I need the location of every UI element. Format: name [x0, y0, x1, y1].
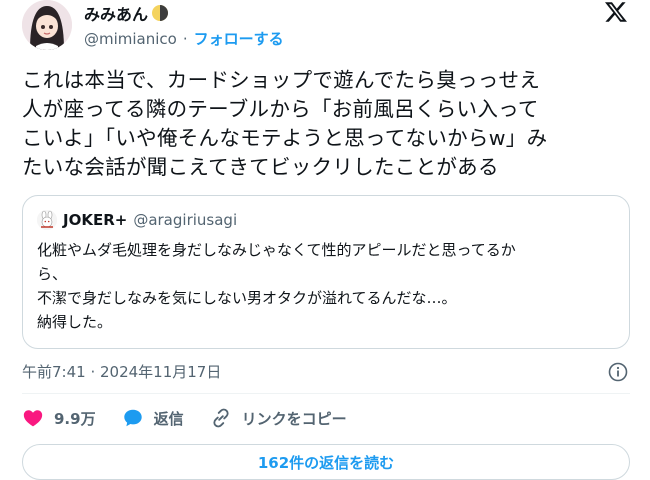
follow-button[interactable]: フォローする: [194, 28, 284, 49]
copy-link-label: リンクをコピー: [241, 409, 347, 428]
divider: [22, 393, 630, 394]
quoted-tweet-header: JOKER+ @aragiriusagi: [37, 210, 237, 230]
like-button[interactable]: 9.9万: [22, 407, 96, 429]
reply-button[interactable]: 返信: [122, 407, 184, 429]
separator-dot: ·: [182, 29, 188, 48]
link-icon: [213, 408, 229, 428]
quoted-author-name: JOKER+: [63, 211, 128, 229]
avatar[interactable]: [22, 0, 72, 50]
copy-link-button[interactable]: リンクをコピー: [210, 407, 347, 429]
heart-icon: [23, 410, 43, 427]
quoted-avatar-icon: [37, 210, 57, 230]
half-moon-icon: [151, 4, 169, 22]
author-handle-row: @mimianico · フォローする: [84, 28, 284, 49]
x-logo-icon[interactable]: [604, 0, 628, 24]
quoted-tweet-text: 化粧やムダ毛処理を身だしなみじゃなくて性的アピールだと思ってるか ら、 不潔で身…: [37, 241, 516, 331]
author-handle[interactable]: @mimianico: [84, 30, 177, 48]
info-icon[interactable]: [608, 362, 628, 382]
quoted-author-handle: @aragiriusagi: [133, 211, 238, 229]
read-replies-button[interactable]: 162件の返信を読む: [22, 444, 630, 480]
quoted-tweet-card[interactable]: JOKER+ @aragiriusagi 化粧やムダ毛処理を身だしなみじゃなくて…: [22, 195, 630, 349]
tweet-text: これは本当で、カードショップで遊んでたら臭っっせえ 人が座ってる隣のテーブルから…: [22, 68, 548, 179]
anime-girl-avatar-icon: [22, 0, 72, 50]
action-bar: 9.9万 返信 リンクをコピー: [22, 406, 373, 430]
author-name-row: みみあん: [84, 2, 169, 24]
author-display-name[interactable]: みみあん: [84, 1, 148, 25]
reply-label: 返信: [153, 409, 184, 428]
tweet-timestamp[interactable]: 午前7:41 · 2024年11月17日: [22, 361, 221, 382]
like-count: 9.9万: [54, 409, 96, 428]
speech-bubble-icon: [123, 409, 142, 427]
